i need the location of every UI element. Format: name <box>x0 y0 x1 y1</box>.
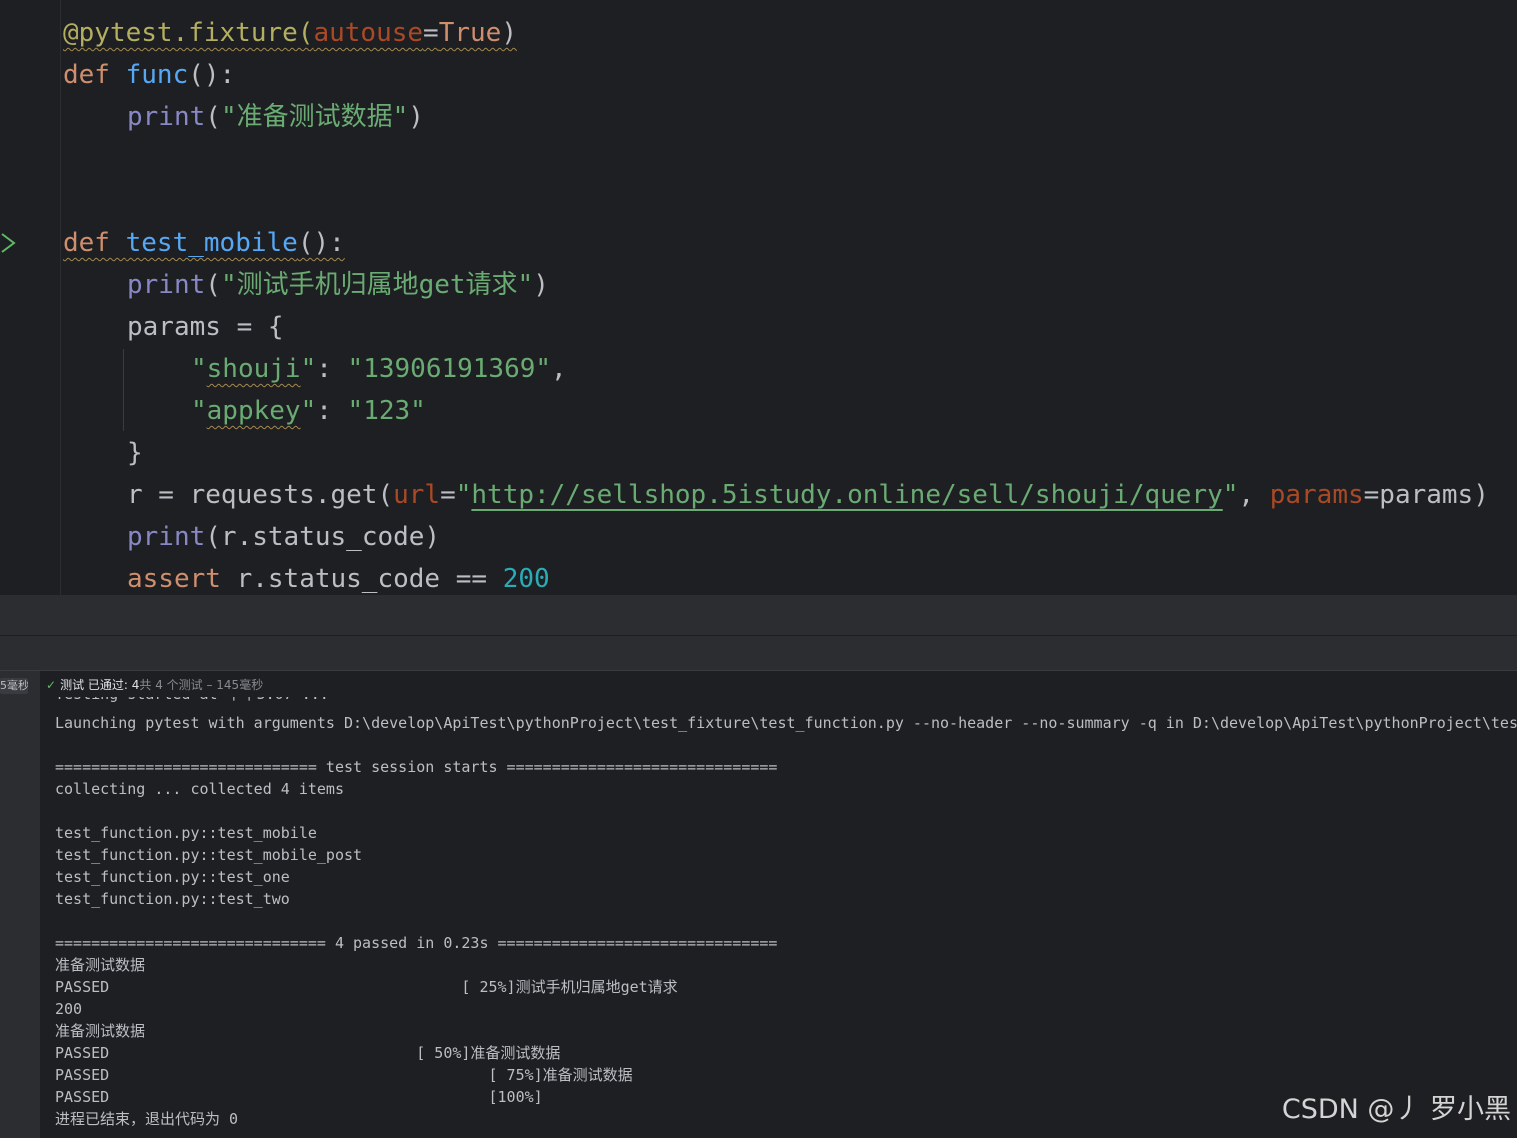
code-editor[interactable]: @pytest.fixture(autouse=True) def func()… <box>0 0 1517 595</box>
console-line: PASSED [ 75%]准备测试数据 <box>55 1066 633 1084</box>
colon-token: : <box>316 396 348 426</box>
console-line: test_function.py::test_one <box>55 868 290 886</box>
string-token: "123" <box>347 396 426 426</box>
number-token: 200 <box>502 564 550 594</box>
string-token: "测试手机归属地get请求" <box>220 270 534 300</box>
decorator-token: @pytest.fixture( <box>63 18 314 48</box>
console-line: PASSED [ 25%]测试手机归属地get请求 <box>55 978 678 996</box>
run-test-icon[interactable] <box>0 228 20 258</box>
code-line-param-appkey[interactable]: "appkey": "123" <box>191 390 426 432</box>
console-line: Launching pytest with arguments D:\devel… <box>55 714 1517 732</box>
operator-token: = <box>440 480 456 510</box>
colon-token: : <box>316 354 348 384</box>
brace-token: } <box>127 438 143 468</box>
builtin-token: print <box>127 270 206 300</box>
code-text: =params) <box>1363 480 1489 510</box>
console-line: test_function.py::test_two <box>55 890 290 908</box>
paren-token: (): <box>188 60 236 90</box>
function-name: func <box>125 60 189 90</box>
code-line-func-def[interactable]: def func(): <box>63 54 235 96</box>
indent-guide <box>123 349 124 431</box>
gutter-divider <box>60 0 61 595</box>
code-text: (r.status_code) <box>205 522 441 552</box>
console-line: 准备测试数据 <box>55 956 146 974</box>
console-line: test_function.py::test_mobile_post <box>55 846 363 864</box>
comma-token: , <box>1238 480 1270 510</box>
code-line-assert[interactable]: assert r.status_code == 200 <box>127 558 550 595</box>
console-line: 进程已结束，退出代码为 0 <box>55 1110 239 1128</box>
quote-token: " <box>191 396 207 426</box>
code-text: r = requests.get( <box>127 480 394 510</box>
string-token: "准备测试数据" <box>220 102 409 132</box>
value-token: True <box>438 18 502 48</box>
kwarg-token: params <box>1269 480 1364 510</box>
paren-token: ) <box>501 18 517 48</box>
code-line-decorator[interactable]: @pytest.fixture(autouse=True) <box>63 12 517 54</box>
code-line-func-print[interactable]: print("准备测试数据") <box>127 96 424 138</box>
check-icon: ✓ <box>46 678 57 692</box>
console-line: PASSED [ 50%]准备测试数据 <box>55 1044 561 1062</box>
quote-token: " <box>1222 480 1239 510</box>
code-text: r.status_code == <box>220 564 503 594</box>
quote-token: " <box>300 354 317 384</box>
console-line: ============================= test sessi… <box>55 758 778 776</box>
console-line-clipped: Testing started at 下午5:07 ... <box>55 697 329 705</box>
operator-token: = <box>423 18 439 48</box>
test-tree-panel[interactable] <box>0 671 40 1138</box>
comma-token: , <box>551 354 567 384</box>
keyword-token: def <box>63 60 126 90</box>
paren-token: ) <box>408 102 424 132</box>
status-total: 共 4 个测试 – 145毫秒 <box>139 678 264 692</box>
string-token: "13906191369" <box>347 354 552 384</box>
panel-splitter[interactable] <box>0 595 1517 636</box>
keyword-token: def <box>63 228 126 258</box>
code-line-request[interactable]: r = requests.get(url="http://sellshop.5i… <box>127 474 1489 516</box>
run-toolbar <box>0 636 1517 671</box>
function-name: test_mobile <box>125 228 298 258</box>
test-status-bar: ✓ 测试 已通过: 4共 4 个测试 – 145毫秒 <box>40 673 263 697</box>
console-output[interactable]: Testing started at 下午5:07 ... Launching … <box>40 697 1517 1138</box>
code-text: params = { <box>127 312 284 342</box>
builtin-token: print <box>127 102 206 132</box>
csdn-watermark: CSDN @丿 罗小黑 <box>1281 1094 1511 1125</box>
paren-token: ) <box>533 270 549 300</box>
status-prefix: 测试 已通过: <box>60 678 132 692</box>
kwarg-token: url <box>393 480 441 510</box>
console-line: ============================== 4 passed … <box>55 934 778 952</box>
code-line-params-close[interactable]: } <box>127 432 143 474</box>
code-line-param-shouji[interactable]: "shouji": "13906191369", <box>191 348 567 390</box>
test-tree-duration[interactable]: 5毫秒 <box>0 678 28 694</box>
code-line-params-open[interactable]: params = { <box>127 306 284 348</box>
console-line: test_function.py::test_mobile <box>55 824 317 842</box>
console-line: PASSED [100%] <box>55 1088 543 1106</box>
code-line-status-print[interactable]: print(r.status_code) <box>127 516 440 558</box>
dict-key: shouji <box>206 354 301 384</box>
paren-token: (): <box>297 228 345 258</box>
keyword-token: assert <box>127 564 221 594</box>
quote-token: " <box>455 480 472 510</box>
builtin-token: print <box>127 522 206 552</box>
console-line: collecting ... collected 4 items <box>55 780 344 798</box>
quote-token: " <box>300 396 317 426</box>
dict-key: appkey <box>206 396 301 426</box>
console-line: 200 <box>55 1000 83 1018</box>
url-link[interactable]: http://sellshop.5istudy.online/sell/shou… <box>471 480 1222 510</box>
kwarg-token: autouse <box>313 18 424 48</box>
code-line-test-print[interactable]: print("测试手机归属地get请求") <box>127 264 549 306</box>
paren-token: ( <box>205 270 221 300</box>
code-line-test-def[interactable]: def test_mobile(): <box>63 222 345 264</box>
quote-token: " <box>191 354 207 384</box>
console-line: 准备测试数据 <box>55 1022 146 1040</box>
paren-token: ( <box>205 102 221 132</box>
